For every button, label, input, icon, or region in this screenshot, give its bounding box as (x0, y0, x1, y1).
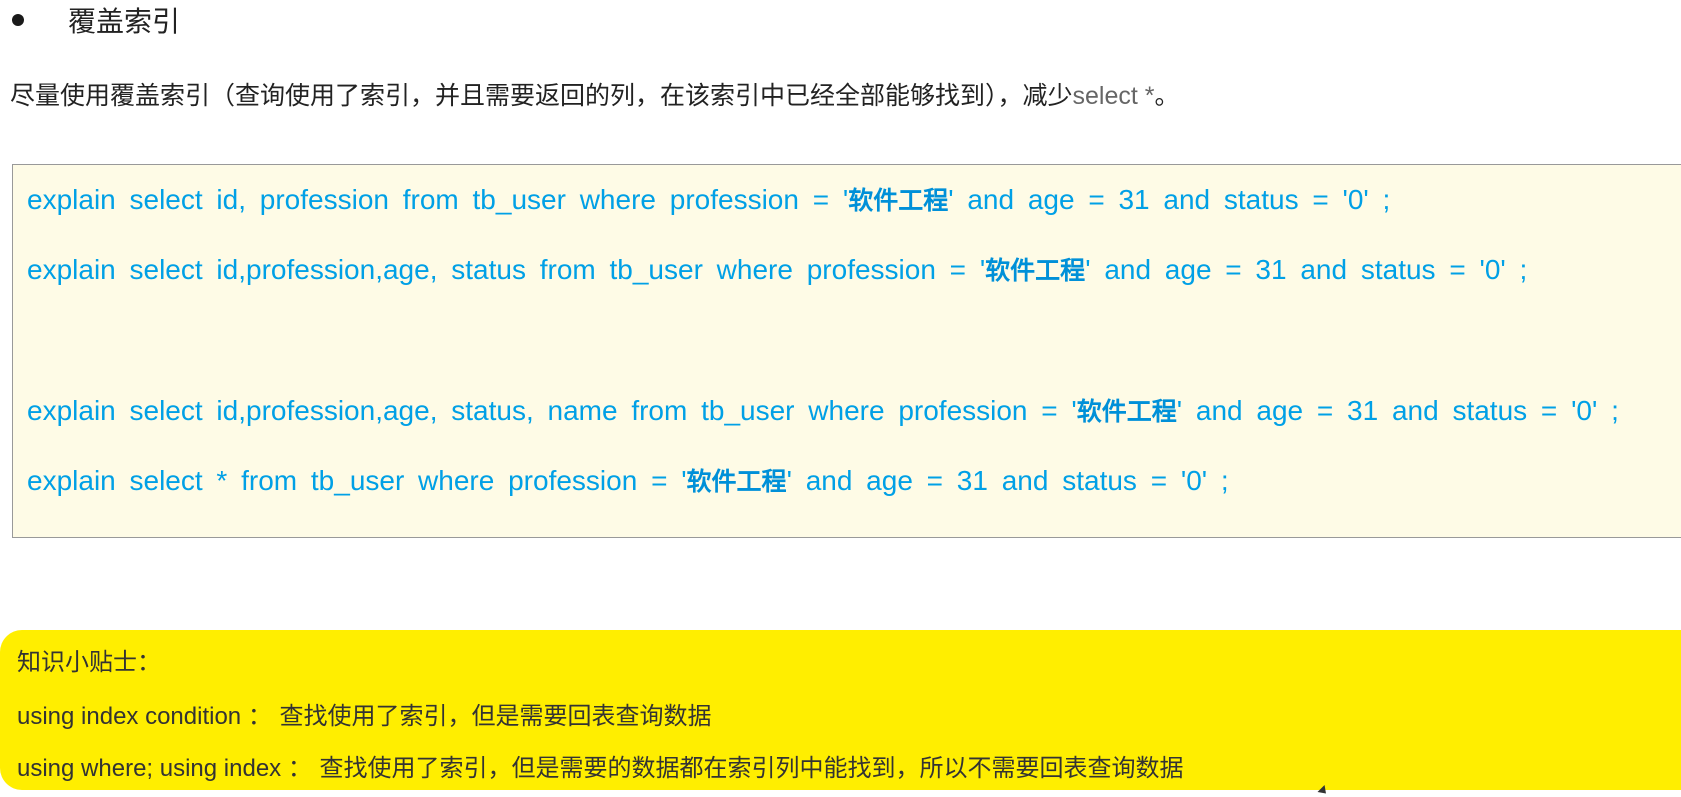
tip-item-1: using index condition ： 查找使用了索引，但是需要回表查询… (17, 696, 711, 731)
tip-item-1-term: using index condition ： (17, 703, 272, 730)
tip-item-2: using where; using index ： 查找使用了索引，但是需要的… (17, 748, 1183, 783)
tip-item-1-desc: 查找使用了索引，但是需要回表查询数据 (279, 702, 712, 730)
code-line-2-post: ' and age = 31 and status = '0' ; (1085, 254, 1528, 285)
code-line-4: explain select * from tb_user where prof… (27, 462, 1229, 498)
code-line-3-pre: explain select id,profession,age, status… (27, 395, 1077, 426)
code-line-1-pre: explain select id, profession from tb_us… (27, 184, 849, 215)
tip-title: 知识小贴士： (17, 648, 161, 676)
code-line-2-pre: explain select id,profession,age, status… (27, 254, 986, 285)
intro-end: 。 (1154, 81, 1180, 110)
code-line-3-value: 软件工程 (1076, 397, 1177, 426)
tip-box: 知识小贴士： using index condition ： 查找使用了索引，但… (0, 630, 1681, 790)
intro-code: select * (1072, 82, 1155, 110)
code-line-4-post: ' and age = 31 and status = '0' ; (786, 465, 1229, 496)
section-heading: 覆盖索引 (12, 0, 180, 40)
code-line-3-post: ' and age = 31 and status = '0' ; (1176, 395, 1619, 426)
bullet-icon (12, 14, 24, 26)
code-line-1-value: 软件工程 (848, 186, 949, 215)
tip-item-2-desc: 查找使用了索引，但是需要的数据都在索引列中能找到，所以不需要回表查询数据 (319, 754, 1184, 782)
code-line-4-pre: explain select * from tb_user where prof… (27, 465, 687, 496)
intro-text: 尽量使用覆盖索引（查询使用了索引，并且需要返回的列，在该索引中已经全部能够找到）… (10, 81, 1073, 110)
code-line-1-post: ' and age = 31 and status = '0' ; (948, 184, 1391, 215)
sql-code-box: explain select id, profession from tb_us… (12, 164, 1681, 538)
tip-item-2-term: using where; using index ： (17, 755, 312, 782)
code-line-4-value: 软件工程 (686, 467, 787, 496)
code-line-2: explain select id,profession,age, status… (27, 251, 1527, 287)
code-line-3: explain select id,profession,age, status… (27, 392, 1619, 428)
intro-paragraph: 尽量使用覆盖索引（查询使用了索引，并且需要返回的列，在该索引中已经全部能够找到）… (10, 76, 1180, 112)
section-title: 覆盖索引 (68, 5, 181, 38)
code-line-2-value: 软件工程 (985, 256, 1086, 285)
code-line-1: explain select id, profession from tb_us… (27, 181, 1390, 217)
